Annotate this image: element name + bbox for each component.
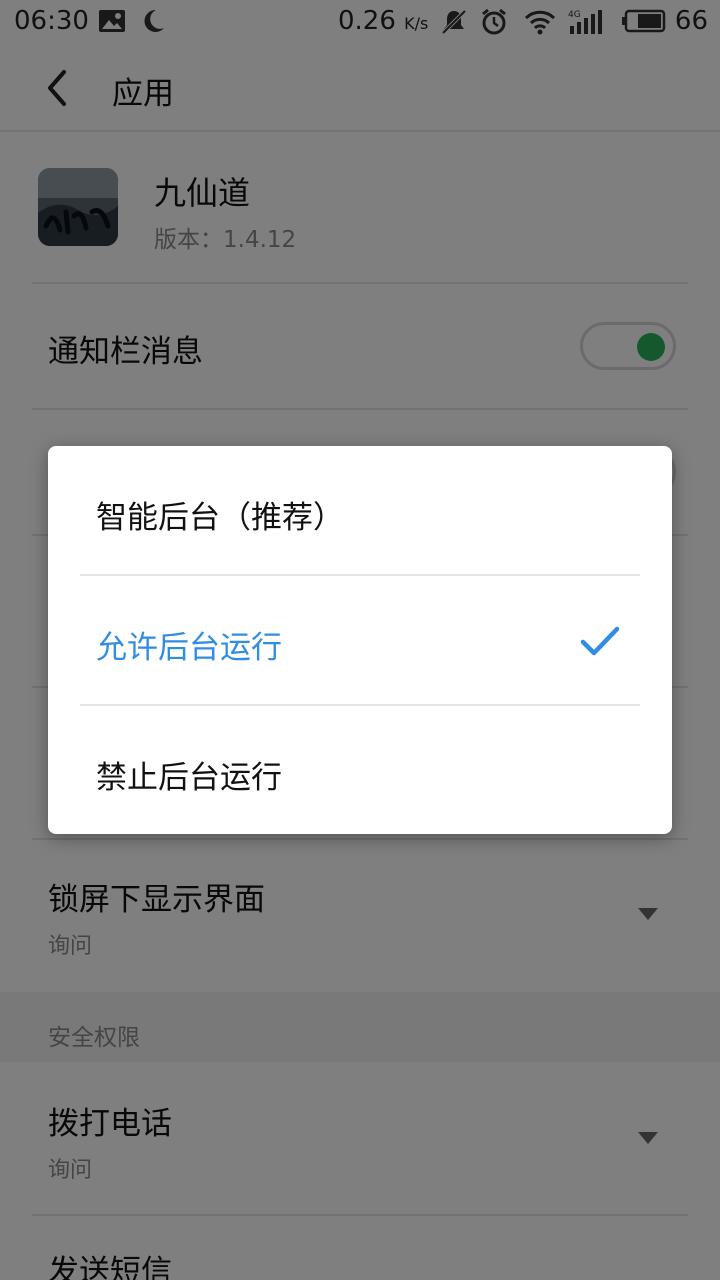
option-label: 允许后台运行 xyxy=(96,630,282,666)
option-smart-background[interactable]: 智能后台（推荐） xyxy=(48,446,672,575)
option-deny-background[interactable]: 禁止后台运行 xyxy=(48,706,672,835)
option-label: 禁止后台运行 xyxy=(96,760,282,796)
option-allow-background[interactable]: 允许后台运行 xyxy=(48,576,672,705)
option-label: 智能后台（推荐） xyxy=(96,500,344,536)
app-settings-screen: 06:30 0.26 K/s 4G xyxy=(0,0,720,1280)
check-icon xyxy=(580,626,620,656)
background-run-dialog: 智能后台（推荐） 允许后台运行 禁止后台运行 xyxy=(48,446,672,834)
